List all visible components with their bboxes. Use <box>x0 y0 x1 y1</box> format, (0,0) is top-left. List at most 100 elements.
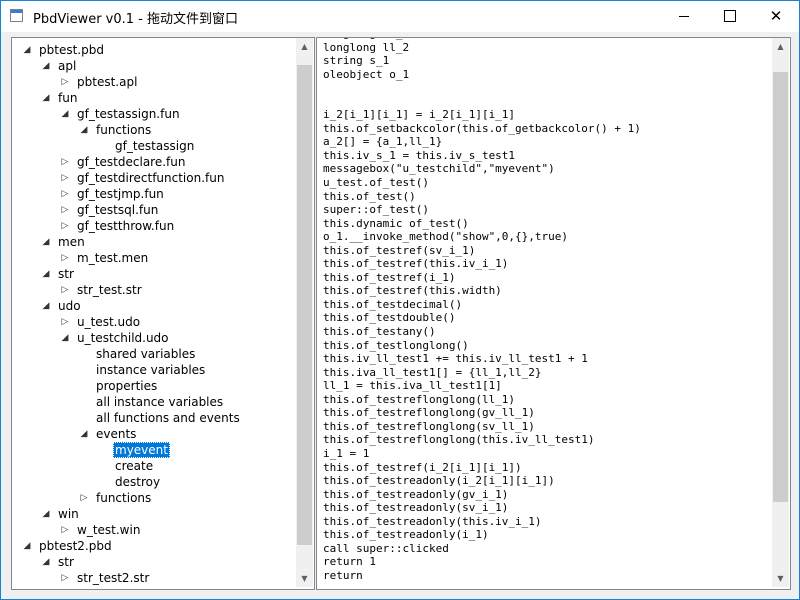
expanded-arrow-icon[interactable]: ◢ <box>41 266 51 282</box>
tree-node-label: str_test.str <box>77 283 142 297</box>
expanded-arrow-icon[interactable]: ◢ <box>41 234 51 250</box>
expanded-arrow-icon[interactable]: ◢ <box>41 554 51 570</box>
source-view[interactable]: longlong ll_1 longlong ll_2 string s_1 o… <box>316 37 791 590</box>
tree-node-label: shared variables <box>96 347 196 361</box>
expanded-arrow-icon[interactable]: ◢ <box>41 58 51 74</box>
tree-node[interactable]: ◢ udo <box>12 298 296 314</box>
tree-node[interactable]: ◢ pbtest2.pbd <box>12 538 296 554</box>
tree-node[interactable]: ▷ u_test.udo <box>12 314 296 330</box>
tree-node[interactable]: ▷ str_test2.str <box>12 570 296 586</box>
collapsed-arrow-icon[interactable]: ▷ <box>60 202 70 218</box>
title-bar[interactable]: PbdViewer v0.1 - 拖动文件到窗口 ✕ <box>1 1 799 32</box>
tree-node-label: functions <box>96 491 152 505</box>
tree-node-label: gf_testthrow.fun <box>77 219 175 233</box>
scroll-up-arrow-icon[interactable]: ▲ <box>296 38 313 55</box>
collapsed-arrow-icon[interactable]: ▷ <box>60 186 70 202</box>
tree-node-label: pbtest2.pbd <box>39 539 112 553</box>
tree-node[interactable]: myevent <box>12 442 296 458</box>
tree-node[interactable]: all functions and events <box>12 410 296 426</box>
close-button[interactable]: ✕ <box>753 1 799 32</box>
expanded-arrow-icon[interactable]: ◢ <box>41 90 51 106</box>
tree-node[interactable]: ▷ gf_testthrow.fun <box>12 218 296 234</box>
tree-node-label: str <box>58 555 74 569</box>
tree-node[interactable]: ▷ gf_testdeclare.fun <box>12 154 296 170</box>
tree-node[interactable]: ◢ events <box>12 426 296 442</box>
tree-node[interactable]: ▷ pbtest.apl <box>12 74 296 90</box>
expanded-arrow-icon[interactable]: ◢ <box>41 506 51 522</box>
collapsed-arrow-icon[interactable]: ▷ <box>60 522 70 538</box>
collapsed-arrow-icon[interactable]: ▷ <box>60 218 70 234</box>
tree-node[interactable]: ▷ gf_testjmp.fun <box>12 186 296 202</box>
scroll-down-arrow-icon[interactable]: ▼ <box>772 570 789 587</box>
tree-node-label: all functions and events <box>96 411 240 425</box>
expanded-arrow-icon[interactable]: ◢ <box>41 298 51 314</box>
tree-node-label: gf_testdirectfunction.fun <box>77 171 225 185</box>
tree-node[interactable]: shared variables <box>12 346 296 362</box>
tree-node-label: create <box>115 459 154 473</box>
tree-node-label: gf_testdeclare.fun <box>77 155 186 169</box>
code-scrollbar[interactable]: ▲ ▼ <box>772 38 789 587</box>
tree-node-label: gf_testassign <box>115 139 195 153</box>
collapsed-arrow-icon[interactable]: ▷ <box>60 250 70 266</box>
expanded-arrow-icon[interactable]: ◢ <box>22 42 32 58</box>
tree-node-label: instance variables <box>96 363 206 377</box>
expanded-arrow-icon[interactable]: ◢ <box>22 538 32 554</box>
tree-node-label: apl <box>58 59 77 73</box>
expanded-arrow-icon[interactable]: ◢ <box>79 122 89 138</box>
collapsed-arrow-icon[interactable]: ▷ <box>60 74 70 90</box>
code-scrollbar-thumb[interactable] <box>773 72 788 502</box>
tree-node[interactable]: destroy <box>12 474 296 490</box>
maximize-button[interactable] <box>707 1 753 32</box>
tree-node[interactable]: gf_testassign <box>12 138 296 154</box>
scroll-up-arrow-icon[interactable]: ▲ <box>772 38 789 55</box>
collapsed-arrow-icon[interactable]: ▷ <box>60 570 70 586</box>
window-title: PbdViewer v0.1 - 拖动文件到窗口 <box>33 12 238 27</box>
tree-node-label: udo <box>58 299 81 313</box>
tree-node[interactable]: ◢ str <box>12 554 296 570</box>
close-icon: ✕ <box>769 7 783 25</box>
tree-node[interactable]: ◢ u_testchild.udo <box>12 330 296 346</box>
tree-node-label: functions <box>96 123 152 137</box>
tree-node[interactable]: all instance variables <box>12 394 296 410</box>
tree-node[interactable]: ▷ w_test.win <box>12 522 296 538</box>
tree-node[interactable]: ◢ functions <box>12 122 296 138</box>
tree-node-label: fun <box>58 91 78 105</box>
scroll-down-arrow-icon[interactable]: ▼ <box>296 570 313 587</box>
tree-node[interactable]: ▷ str_test.str <box>12 282 296 298</box>
expanded-arrow-icon[interactable]: ◢ <box>79 426 89 442</box>
tree-node[interactable]: ▷ m_test.men <box>12 250 296 266</box>
tree-node[interactable]: ◢ str <box>12 266 296 282</box>
file-tree[interactable]: ◢ pbtest.pbd ◢ apl ▷ pbtest.apl ◢ fun ◢ gf_testas… <box>11 37 315 590</box>
tree-node-label: pbtest.apl <box>77 75 138 89</box>
tree-node[interactable]: create <box>12 458 296 474</box>
tree-node-label: win <box>58 507 79 521</box>
main-window: PbdViewer v0.1 - 拖动文件到窗口 ✕ ◢ pbtest.pbd ◢ a… <box>0 0 800 600</box>
tree-node[interactable]: ◢ gf_testassign.fun <box>12 106 296 122</box>
tree-node[interactable]: ▷ gf_testsql.fun <box>12 202 296 218</box>
tree-scrollbar-thumb[interactable] <box>297 64 312 545</box>
tree-node-label: myevent <box>113 442 170 458</box>
tree-scrollbar[interactable]: ▲ ▼ <box>296 38 313 587</box>
minimize-button[interactable] <box>661 1 707 32</box>
tree-node[interactable]: ▷ gf_testdirectfunction.fun <box>12 170 296 186</box>
collapsed-arrow-icon[interactable]: ▷ <box>79 490 89 506</box>
expanded-arrow-icon[interactable]: ◢ <box>60 106 70 122</box>
tree-node[interactable]: ◢ fun <box>12 90 296 106</box>
tree-node-label: gf_testjmp.fun <box>77 187 164 201</box>
tree-node[interactable]: ◢ win <box>12 506 296 522</box>
source-code-text[interactable]: longlong ll_1 longlong ll_2 string s_1 o… <box>323 38 641 582</box>
tree-node[interactable]: ◢ apl <box>12 58 296 74</box>
tree-node[interactable]: instance variables <box>12 362 296 378</box>
collapsed-arrow-icon[interactable]: ▷ <box>60 154 70 170</box>
tree-node[interactable]: properties <box>12 378 296 394</box>
tree-node-label: men <box>58 235 85 249</box>
tree-node[interactable]: ◢ men <box>12 234 296 250</box>
collapsed-arrow-icon[interactable]: ▷ <box>60 282 70 298</box>
collapsed-arrow-icon[interactable]: ▷ <box>60 170 70 186</box>
tree-node[interactable]: ◢ pbtest.pbd <box>12 42 296 58</box>
tree-node-label: destroy <box>115 475 161 489</box>
tree-node-label: str <box>58 267 74 281</box>
collapsed-arrow-icon[interactable]: ▷ <box>60 314 70 330</box>
tree-node[interactable]: ▷ functions <box>12 490 296 506</box>
expanded-arrow-icon[interactable]: ◢ <box>60 330 70 346</box>
